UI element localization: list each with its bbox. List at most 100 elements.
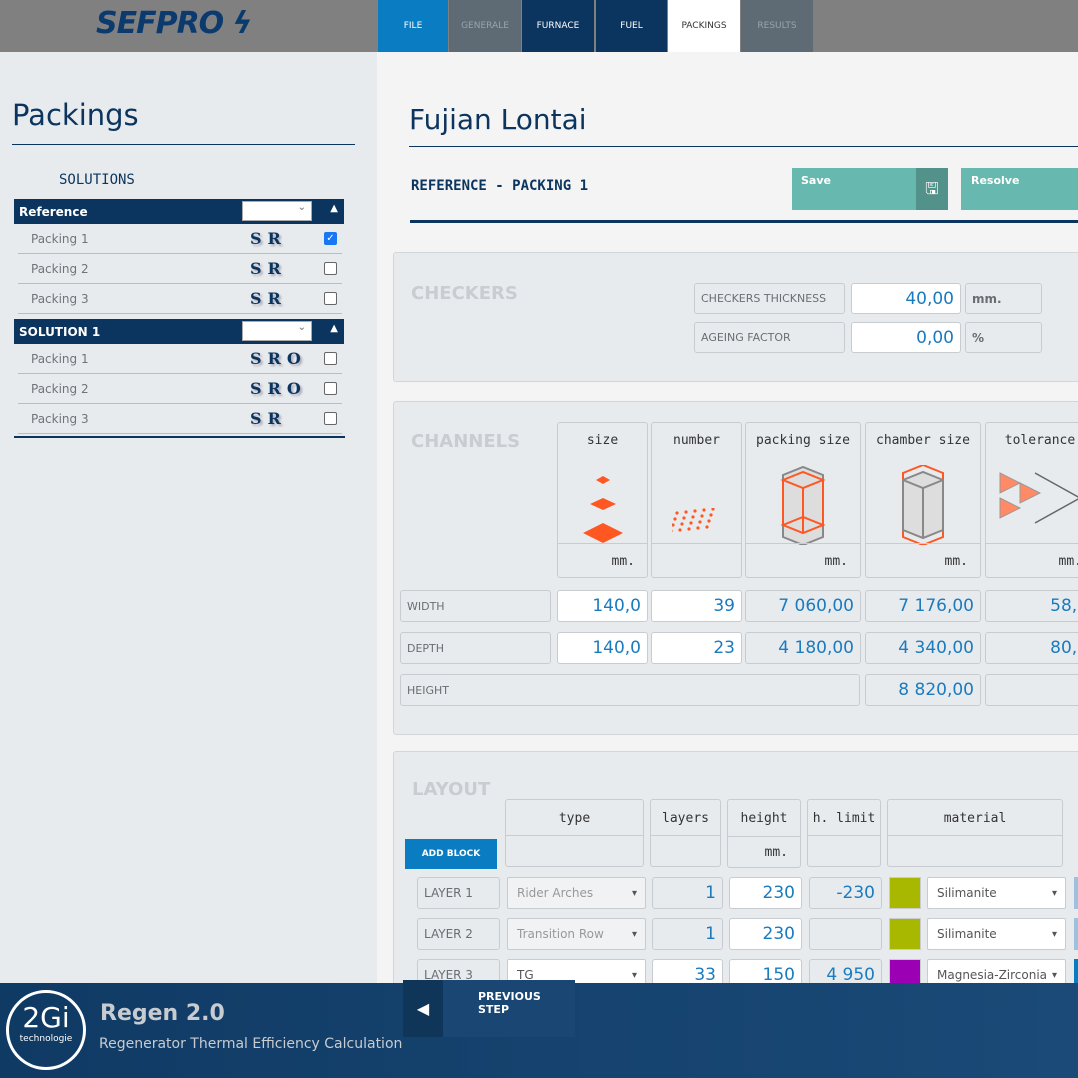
- hlimit-value: -230: [809, 877, 882, 909]
- checkers-title: CHECKERS: [411, 283, 518, 304]
- packing-tags: SRO: [250, 349, 307, 368]
- group-name: SOLUTION 1: [19, 324, 101, 339]
- packing-tags: SR: [250, 259, 287, 278]
- channel-column-header: packing size mm.: [745, 422, 861, 578]
- app-description: Regenerator Thermal Efficiency Calculati…: [99, 1036, 403, 1052]
- column-label: height: [740, 811, 788, 826]
- solutions-label: SOLUTIONS: [59, 172, 135, 188]
- tab-file[interactable]: FILE: [378, 0, 448, 52]
- material-select[interactable]: Silimanite ▾: [927, 918, 1066, 950]
- channel-column-header: chamber size mm.: [865, 422, 981, 578]
- row-action-button[interactable]: [1074, 877, 1078, 909]
- packing-tags: SRO: [250, 379, 307, 398]
- resolve-button[interactable]: Resolve: [961, 168, 1078, 210]
- layer-type-select[interactable]: Transition Row ▾: [507, 918, 646, 950]
- layers-field: 1: [652, 918, 723, 950]
- width-label: WIDTH: [400, 590, 551, 622]
- column-label: packing size: [756, 433, 850, 448]
- ageing-unit: %: [965, 322, 1042, 353]
- resolve-label: Resolve: [971, 174, 1020, 187]
- packing-tags: SR: [250, 229, 287, 248]
- logo-text: 2Gi: [22, 1001, 70, 1034]
- material-value: Magnesia-Zirconia: [937, 968, 1048, 982]
- tab-results[interactable]: RESULTS: [741, 0, 813, 52]
- chevron-down-icon: ▾: [631, 969, 637, 981]
- height-input[interactable]: 230: [729, 877, 802, 909]
- packing-checkbox[interactable]: ✓: [324, 232, 337, 245]
- chevron-down-icon: ⌄: [297, 202, 306, 213]
- divider: [409, 146, 1078, 147]
- column-label: size: [586, 433, 619, 448]
- group-select[interactable]: ⌄: [242, 321, 312, 341]
- column-unit: mm.: [986, 543, 1078, 577]
- layout-column-material: material: [887, 799, 1063, 867]
- collapse-icon[interactable]: ▲: [330, 203, 338, 214]
- solution-group-header[interactable]: SOLUTION 1 ⌄ ▲: [14, 319, 344, 344]
- top-bar: SEFPRO ϟ FILE GENERALE FURNACE FUEL PACK…: [0, 0, 1078, 52]
- layout-column-hlimit: h. limit: [807, 799, 881, 867]
- width-number-field[interactable]: 39: [651, 590, 742, 622]
- column-unit: [651, 835, 720, 866]
- column-unit: [888, 835, 1062, 866]
- size-icon: [582, 476, 623, 543]
- packing-item[interactable]: Packing 2 SR: [18, 254, 342, 284]
- depth-packing-size-field: 4 180,00: [745, 632, 861, 664]
- solution-group-header[interactable]: Reference ⌄ ▲: [14, 199, 344, 224]
- row-action-button[interactable]: [1074, 918, 1078, 950]
- save-label: Save: [801, 174, 831, 187]
- packing-checkbox[interactable]: [324, 262, 337, 275]
- tab-generale[interactable]: GENERALE: [449, 0, 521, 52]
- column-unit: mm.: [558, 543, 647, 577]
- sidebar-title: Packings: [12, 98, 139, 132]
- tab-fuel[interactable]: FUEL: [596, 0, 667, 52]
- tab-packings[interactable]: PACKINGS: [668, 0, 740, 52]
- previous-step-button[interactable]: ◀ PREVIOUS STEP: [403, 980, 575, 1037]
- channel-column-header: number: [651, 422, 742, 578]
- type-value: Transition Row: [517, 927, 604, 941]
- hlimit-value: [809, 918, 882, 950]
- packing-item[interactable]: Packing 1 SRO: [18, 344, 342, 374]
- collapse-icon[interactable]: ▲: [330, 323, 338, 334]
- group-select[interactable]: ⌄: [242, 201, 312, 221]
- chevron-down-icon: ⌄: [297, 322, 306, 333]
- channels-title: CHANNELS: [411, 431, 521, 452]
- packing-label: Packing 2: [31, 381, 89, 396]
- column-unit: [652, 543, 741, 577]
- packing-tags: SR: [250, 409, 287, 428]
- app-name: Regen 2.0: [100, 1001, 225, 1026]
- height-input[interactable]: 230: [729, 918, 802, 950]
- ageing-factor-input[interactable]: 0,00: [851, 322, 961, 353]
- packing-item[interactable]: Packing 2 SRO: [18, 374, 342, 404]
- material-select[interactable]: Silimanite ▾: [927, 877, 1066, 909]
- logo-subtext: technologie: [19, 1034, 73, 1044]
- packing-item[interactable]: Packing 1 SR ✓: [18, 224, 342, 254]
- column-label: material: [943, 811, 1007, 826]
- save-button[interactable]: Save 🖫: [792, 168, 948, 210]
- width-tolerance-field: 58,0: [985, 590, 1078, 622]
- type-value: Rider Arches: [517, 886, 594, 900]
- column-unit: [808, 835, 880, 866]
- column-label: tolerance: [1004, 433, 1076, 448]
- packing-item[interactable]: Packing 3 SR: [18, 284, 342, 314]
- group-name: Reference: [19, 204, 88, 219]
- layer-label: LAYER 1: [417, 877, 500, 909]
- width-size-field[interactable]: 140,0: [557, 590, 648, 622]
- depth-size-field[interactable]: 140,0: [557, 632, 648, 664]
- packing-item[interactable]: Packing 3 SR: [18, 404, 342, 434]
- add-block-button[interactable]: ADD BLOCK: [405, 839, 497, 869]
- height-tolerance-value: [985, 674, 1078, 706]
- packing-checkbox[interactable]: [324, 412, 337, 425]
- depth-label: DEPTH: [400, 632, 551, 664]
- sefpro-logo: SEFPRO ϟ: [96, 6, 252, 41]
- depth-number-field[interactable]: 23: [651, 632, 742, 664]
- packing-checkbox[interactable]: [324, 352, 337, 365]
- layout-column-type: type: [505, 799, 644, 867]
- packing-checkbox[interactable]: [324, 382, 337, 395]
- layer-label: LAYER 2: [417, 918, 500, 950]
- layer-type-select[interactable]: Rider Arches ▾: [507, 877, 646, 909]
- packing-checkbox[interactable]: [324, 292, 337, 305]
- tab-furnace[interactable]: FURNACE: [522, 0, 594, 52]
- checkers-thickness-input[interactable]: 40,00: [851, 283, 961, 314]
- column-unit: mm.: [866, 543, 980, 577]
- layout-column-height: height mm.: [727, 799, 801, 868]
